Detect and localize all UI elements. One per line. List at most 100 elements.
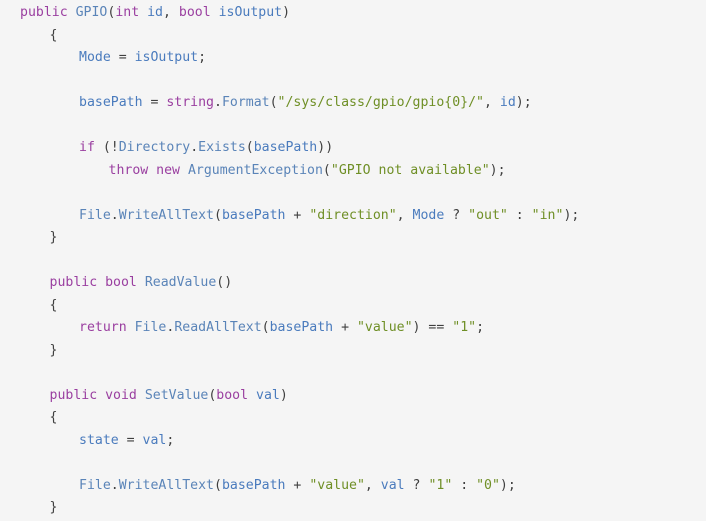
- code-token-type: File: [134, 320, 167, 335]
- code-token-str: "in": [531, 207, 564, 223]
- code-token-punct: ): [282, 5, 291, 20]
- code-token-type: File: [79, 207, 111, 223]
- code-token-id: val: [380, 477, 405, 493]
- code-token-punct: ;: [476, 320, 485, 335]
- code-token-id: basePath: [79, 95, 143, 110]
- code-token-op: +: [333, 320, 357, 335]
- code-token-fn: Format: [221, 95, 270, 110]
- code-token-punct: [211, 5, 219, 20]
- code-token-brace: {: [49, 27, 58, 43]
- code-token-id: Mode: [79, 50, 111, 65]
- code-token-punct: [180, 163, 188, 178]
- code-token-punct: ,: [162, 5, 179, 20]
- code-token-punct: [68, 5, 76, 20]
- code-token-punct: [137, 275, 145, 290]
- code-token-punct: ): [279, 387, 288, 403]
- code-token-punct: [97, 275, 105, 290]
- code-token-type: Directory: [118, 140, 191, 155]
- code-token-op: =: [118, 432, 143, 448]
- code-line: if (!Directory.Exists(basePath)): [0, 137, 706, 160]
- code-token-punct: (: [214, 207, 222, 223]
- code-line: File.WriteAllText(basePath + "value", va…: [0, 475, 706, 498]
- code-token-punct: [148, 163, 156, 178]
- code-line: return File.ReadAllText(basePath + "valu…: [0, 317, 706, 340]
- code-token-op: +: [285, 207, 310, 223]
- code-token-kw: public: [20, 5, 68, 20]
- code-token-kw: public: [49, 275, 98, 290]
- code-token-punct: ;: [198, 50, 207, 65]
- code-token-kw: return: [79, 320, 127, 335]
- code-token-type: File: [79, 477, 111, 493]
- code-token-id: basePath: [221, 207, 286, 223]
- code-line: public bool ReadValue(): [0, 272, 706, 295]
- code-token-kw: public: [49, 387, 98, 403]
- code-token-op: =: [110, 50, 135, 65]
- code-token-kw: int: [115, 5, 140, 20]
- code-token-punct: .: [110, 207, 119, 223]
- code-token-op: ?: [444, 207, 469, 223]
- code-token-brace: {: [49, 297, 58, 313]
- code-token-op: +: [285, 477, 310, 493]
- code-token-id: id: [499, 95, 516, 110]
- code-token-punct: (: [269, 95, 278, 110]
- code-token-id: state: [79, 432, 119, 448]
- code-token-brace: }: [49, 342, 58, 358]
- code-token-punct: .: [190, 140, 199, 155]
- code-line: basePath = string.Format("/sys/class/gpi…: [0, 92, 706, 115]
- code-token-fn: WriteAllText: [118, 207, 214, 223]
- code-token-fn: ReadAllText: [174, 320, 262, 335]
- code-token-type: ArgumentException: [187, 162, 323, 178]
- code-token-fn: SetValue: [144, 387, 209, 403]
- code-token-id: basePath: [221, 477, 286, 493]
- code-token-punct: ,: [483, 95, 500, 110]
- code-token-punct: (: [322, 162, 331, 178]
- code-token-punct: );: [515, 95, 532, 110]
- code-token-str: "out": [468, 207, 508, 223]
- code-token-punct: )): [317, 140, 334, 155]
- code-token-punct: [97, 388, 105, 403]
- code-token-str: "0": [476, 477, 500, 493]
- code-line: {: [0, 295, 706, 318]
- code-token-id: isOutput: [218, 5, 283, 20]
- code-token-str: "1": [428, 477, 453, 493]
- code-token-op: =: [142, 95, 167, 110]
- code-token-op: ?: [404, 477, 429, 493]
- code-token-brace: }: [49, 500, 58, 515]
- code-line: Mode = isOutput;: [0, 47, 706, 70]
- code-token-punct: (: [245, 140, 254, 155]
- code-token-kw: bool: [216, 387, 249, 403]
- code-token-id: val: [142, 432, 167, 448]
- code-token-kw: throw: [108, 162, 149, 178]
- code-token-punct: );: [489, 162, 506, 178]
- code-token-fn: WriteAllText: [118, 477, 214, 493]
- code-token-fn: Exists: [198, 140, 246, 155]
- code-viewer[interactable]: public GPIO(int id, bool isOutput) { Mode …: [0, 0, 706, 521]
- code-token-punct: [248, 388, 256, 403]
- code-token-punct: .: [110, 477, 119, 493]
- code-token-punct: (: [214, 477, 222, 493]
- code-line: throw new ArgumentException("GPIO not av…: [0, 160, 706, 183]
- code-token-id: basePath: [269, 320, 334, 335]
- code-token-punct: (): [216, 275, 233, 290]
- code-token-punct: (: [261, 320, 270, 335]
- code-line: public GPIO(int id, bool isOutput): [0, 2, 706, 25]
- code-token-op: ) ==: [412, 320, 453, 335]
- code-token-brace: {: [49, 410, 58, 425]
- code-token-op: :: [507, 207, 532, 223]
- code-token-kw: new: [156, 162, 180, 178]
- code-line: }: [0, 340, 706, 363]
- code-token-str: "direction": [309, 207, 397, 223]
- code-token-fn: ReadValue: [144, 275, 217, 290]
- code-token-punct: ;: [166, 432, 175, 448]
- code-token-punct: [137, 388, 145, 403]
- code-token-id: id: [147, 5, 163, 20]
- code-line-list: public GPIO(int id, bool isOutput) { Mode …: [0, 2, 706, 520]
- code-token-punct: .: [214, 95, 222, 110]
- code-token-punct: ,: [364, 477, 381, 493]
- code-line: state = val;: [0, 430, 706, 453]
- code-token-brace: }: [49, 230, 58, 245]
